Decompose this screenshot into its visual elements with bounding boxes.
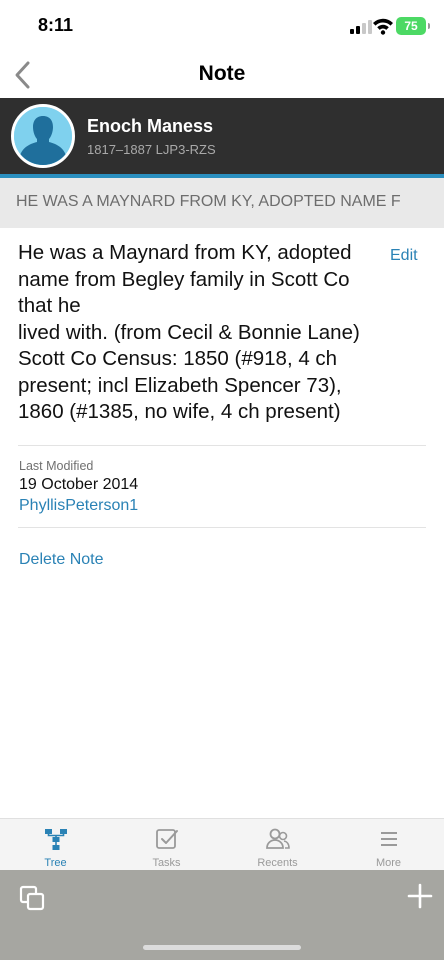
menu-icon [381,832,397,846]
person-lifespan-id: 1817–1887 LJP3-RZS [87,142,216,157]
tab-more[interactable]: More [333,819,444,871]
home-indicator [143,945,301,950]
status-time: 8:11 [38,15,74,35]
note-title-strip: HE WAS A MAYNARD FROM KY, ADOPTED NAME F [0,178,444,228]
tab-tasks[interactable]: Tasks [111,819,222,871]
delete-note-button[interactable]: Delete Note [19,551,104,569]
note-title: HE WAS A MAYNARD FROM KY, ADOPTED NAME F [16,193,401,210]
copy-icon[interactable] [18,884,46,912]
wifi-icon [373,18,393,35]
tab-bar: Tree Tasks Recents More [0,818,444,870]
person-name: Enoch Maness [87,116,214,136]
battery-indicator: 75 [396,17,430,35]
cellular-signal-icon [350,20,372,34]
navigation-bar: Note [0,52,444,98]
tab-recents[interactable]: Recents [222,819,333,871]
divider [18,527,426,528]
tasks-icon [156,829,178,849]
tab-label: Tasks [152,857,181,869]
tab-label: More [375,857,402,869]
edit-button[interactable]: Edit [390,247,418,265]
last-modified-date: 19 October 2014 [19,476,139,493]
page-title: Note [198,62,246,85]
note-text: He was a Maynard from KY, adopted name f… [18,241,360,423]
person-header[interactable]: Enoch Maness 1817–1887 LJP3-RZS [0,98,444,178]
divider [18,445,426,446]
male-silhouette-icon [11,104,75,168]
bottom-toolbar [0,870,444,960]
status-bar: 8:11 75 [0,0,444,52]
tab-label: Recents [257,857,298,869]
recents-icon [266,828,290,849]
plus-icon[interactable] [406,882,434,910]
tab-tree[interactable]: Tree [0,819,111,871]
last-modified-label: Last Modified [19,459,94,473]
tree-icon [45,829,67,850]
last-modified-user-link[interactable]: PhyllisPeterson1 [19,497,138,515]
tab-label: Tree [44,857,67,869]
